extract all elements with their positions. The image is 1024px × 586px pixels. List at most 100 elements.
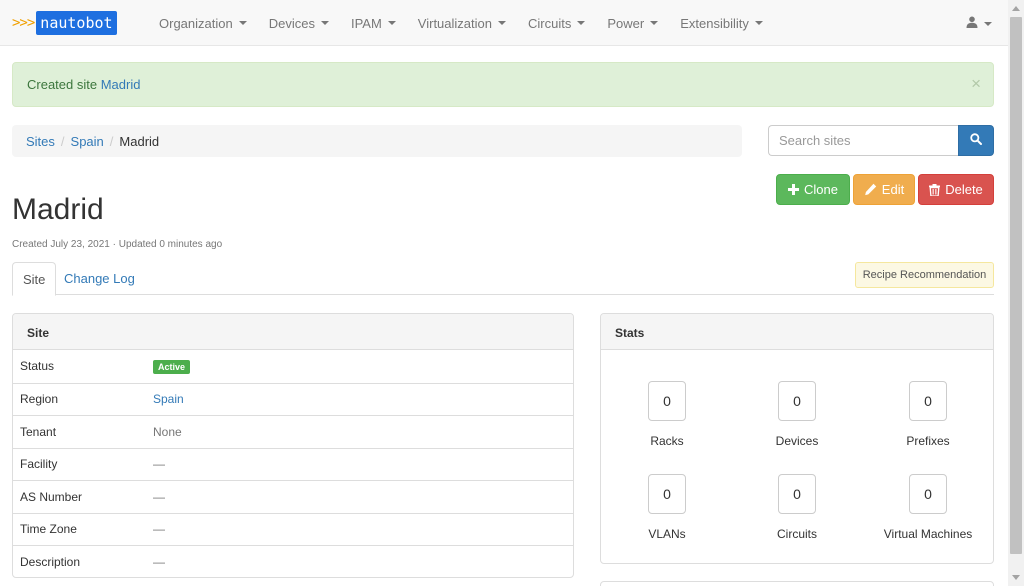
- nav-organization[interactable]: Organization: [159, 16, 247, 31]
- row-label: Facility: [20, 457, 58, 472]
- alert-site-link[interactable]: Madrid: [101, 77, 141, 92]
- stat-virtual-machines-label: Virtual Machines: [883, 527, 973, 541]
- search-button[interactable]: [958, 125, 994, 156]
- row-value: —: [153, 457, 165, 472]
- page-meta: Created July 23, 2021 · Updated 0 minute…: [12, 239, 223, 250]
- nav-devices-label: Devices: [268, 15, 315, 31]
- table-row: Description —: [13, 545, 573, 577]
- breadcrumb-current: Madrid: [119, 134, 160, 149]
- stat-virtual-machines-count[interactable]: 0: [909, 474, 947, 514]
- row-value: None: [153, 424, 182, 439]
- stat-virtual-machines: 0 Virtual Machines: [863, 474, 993, 541]
- edit-button-label: Edit: [881, 182, 905, 197]
- site-panel-heading: Site: [13, 314, 573, 350]
- nav-extensibility[interactable]: Extensibility: [680, 16, 763, 31]
- stat-vlans-label: VLANs: [648, 527, 686, 541]
- row-value: —: [153, 489, 165, 504]
- breadcrumb-separator: /: [60, 134, 65, 149]
- stat-prefixes-count[interactable]: 0: [909, 381, 947, 421]
- stat-circuits: 0 Circuits: [742, 474, 852, 541]
- chevron-down-icon: [650, 21, 659, 25]
- stat-devices: 0 Devices: [742, 381, 852, 448]
- trash-icon: [929, 183, 941, 196]
- nav-organization-label: Organization: [159, 15, 233, 31]
- tab-site[interactable]: Site: [12, 262, 57, 296]
- row-label: Tenant: [20, 424, 57, 439]
- table-row: AS Number —: [13, 480, 573, 513]
- table-row: Time Zone —: [13, 512, 573, 546]
- stat-prefixes-label: Prefixes: [906, 434, 950, 448]
- nav-ipam-label: IPAM: [350, 15, 382, 31]
- row-value: —: [153, 522, 165, 537]
- nav-menu: Organization Devices IPAM Virtualization…: [159, 0, 785, 46]
- breadcrumb-spain[interactable]: Spain: [71, 134, 104, 149]
- table-row: Region Spain: [13, 382, 573, 416]
- alert-message: Created site: [27, 77, 98, 92]
- delete-button[interactable]: Delete: [918, 174, 994, 205]
- tab-bar: Site Change Log: [12, 262, 994, 296]
- nav-ipam[interactable]: IPAM: [351, 16, 396, 31]
- clone-button[interactable]: Clone: [776, 174, 850, 205]
- stats-panel-heading: Stats: [601, 314, 993, 350]
- stat-racks-label: Racks: [650, 434, 684, 448]
- brand-name: nautobot: [36, 11, 117, 35]
- brand-logo[interactable]: >>> nautobot: [12, 10, 117, 36]
- breadcrumb-separator: /: [109, 134, 114, 149]
- nav-power-label: Power: [607, 15, 645, 31]
- nav-virtualization[interactable]: Virtualization: [418, 16, 506, 31]
- table-row: Status Active: [13, 350, 573, 383]
- recipe-recommendation-button[interactable]: Recipe Recommendation: [855, 262, 994, 288]
- breadcrumb-sites[interactable]: Sites: [26, 134, 55, 149]
- row-label: Time Zone: [20, 522, 77, 537]
- row-label: Status: [20, 359, 55, 374]
- stat-circuits-count[interactable]: 0: [778, 474, 816, 514]
- search-icon: [970, 133, 982, 148]
- pencil-icon: [864, 183, 877, 196]
- stat-prefixes: 0 Prefixes: [873, 381, 983, 448]
- stat-racks-count[interactable]: 0: [648, 381, 686, 421]
- site-panel: Site Status Active Region Spain Tenant N…: [12, 313, 574, 578]
- stat-vlans: 0 VLANs: [612, 474, 722, 541]
- chevron-down-icon: [984, 21, 992, 26]
- next-panel: [600, 581, 994, 586]
- row-value: Active: [153, 359, 191, 374]
- row-label: Region: [20, 392, 59, 407]
- chevron-down-icon: [387, 21, 396, 25]
- breadcrumb: Sites / Spain / Madrid: [12, 125, 742, 157]
- stat-racks: 0 Racks: [612, 381, 722, 448]
- stats-panel: Stats 0 Racks 0 Devices 0 Prefixes 0 VLA…: [600, 313, 994, 564]
- top-navbar: >>> nautobot Organization Devices IPAM V…: [0, 0, 1008, 46]
- clone-button-label: Clone: [804, 182, 838, 197]
- success-alert: Created site Madrid ×: [12, 62, 994, 107]
- edit-button[interactable]: Edit: [853, 174, 915, 205]
- nav-devices[interactable]: Devices: [269, 16, 329, 31]
- row-label: Description: [20, 554, 81, 569]
- site-attributes-table: Status Active Region Spain Tenant None F…: [13, 350, 573, 577]
- tab-change-log[interactable]: Change Log: [54, 262, 145, 295]
- scroll-down-arrow-icon[interactable]: [1012, 575, 1020, 580]
- nav-power[interactable]: Power: [607, 15, 659, 31]
- chevron-down-icon: [320, 21, 329, 25]
- region-link[interactable]: Spain: [153, 392, 184, 406]
- page-title: Madrid: [12, 193, 104, 226]
- nav-circuits[interactable]: Circuits: [528, 15, 586, 31]
- stat-devices-count[interactable]: 0: [778, 381, 816, 421]
- close-icon[interactable]: ×: [971, 74, 981, 94]
- stat-circuits-label: Circuits: [776, 527, 817, 541]
- nav-circuits-label: Circuits: [528, 15, 572, 31]
- status-badge: Active: [153, 359, 191, 374]
- nav-virtualization-label: Virtualization: [417, 15, 492, 31]
- scroll-up-arrow-icon[interactable]: [1012, 6, 1020, 11]
- user-menu[interactable]: [966, 16, 992, 31]
- row-value: Spain: [153, 392, 184, 406]
- search-input[interactable]: [768, 125, 958, 156]
- stat-vlans-count[interactable]: 0: [648, 474, 686, 514]
- chevron-down-icon: [498, 21, 506, 25]
- chevron-down-icon: [238, 21, 247, 25]
- chevron-down-icon: [577, 21, 586, 25]
- stat-devices-label: Devices: [775, 434, 819, 448]
- delete-button-label: Delete: [945, 182, 983, 197]
- scrollbar-thumb[interactable]: [1010, 17, 1022, 554]
- page-scrollbar[interactable]: [1008, 0, 1024, 586]
- user-icon: [966, 16, 978, 31]
